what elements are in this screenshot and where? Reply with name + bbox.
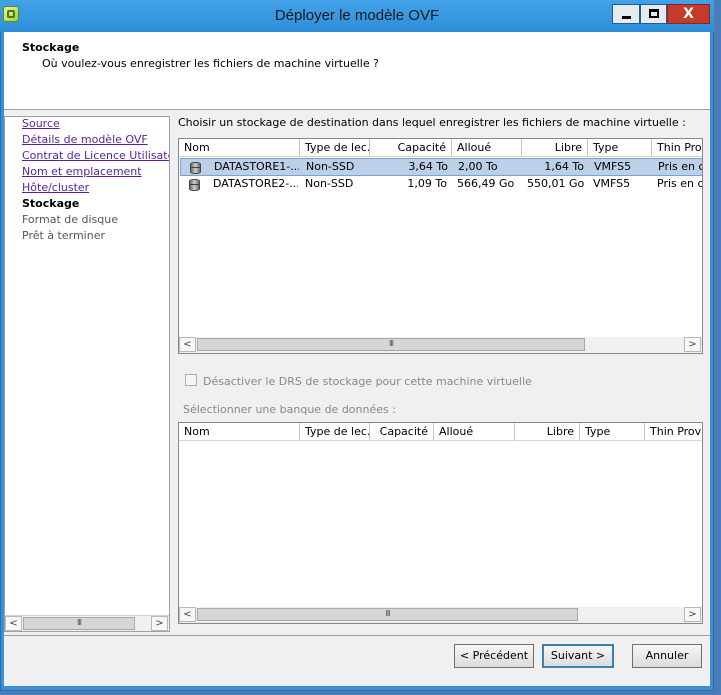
- close-button[interactable]: X: [667, 4, 710, 24]
- column-header-name[interactable]: Nom: [179, 423, 300, 441]
- minimize-icon: [622, 16, 631, 19]
- cell-thin: Pris en ch: [657, 177, 703, 190]
- scroll-thumb[interactable]: III: [23, 617, 135, 630]
- cell-disk-type: Non-SSD: [306, 160, 355, 173]
- nav-step-source[interactable]: Source: [22, 117, 60, 130]
- table-header: Nom Type de lec.. Capacité Alloué Libre …: [179, 139, 702, 157]
- cell-free: 1,64 To: [544, 160, 584, 173]
- scroll-left-button[interactable]: <: [5, 616, 22, 631]
- select-datastore-label: Sélectionner une banque de données :: [183, 403, 396, 416]
- table-horizontal-scrollbar[interactable]: < III >: [179, 607, 702, 623]
- page-subtitle: Où voulez-vous enregistrer les fichiers …: [42, 57, 379, 70]
- column-header-free[interactable]: Libre: [515, 423, 580, 441]
- nav-step-disk-format: Format de disque: [22, 213, 118, 226]
- table-horizontal-scrollbar[interactable]: < III >: [179, 337, 702, 353]
- disable-drs-label: Désactiver le DRS de stockage pour cette…: [203, 375, 532, 388]
- nav-step-ready: Prêt à terminer: [22, 229, 105, 242]
- window-title: Déployer le modèle OVF: [274, 7, 440, 24]
- column-header-thin-provisioning[interactable]: Thin Provi: [645, 423, 702, 441]
- cell-capacity: 1,09 To: [407, 177, 447, 190]
- scroll-thumb[interactable]: III: [197, 338, 585, 351]
- datastore-selection-table: Nom Type de lec.. Capacité Alloué Libre …: [178, 422, 703, 624]
- cell-free: 550,01 Go: [527, 177, 585, 190]
- previous-button[interactable]: < Précédent: [454, 644, 534, 668]
- cell-allocated: 566,49 Go: [457, 177, 515, 190]
- nav-step-license[interactable]: Contrat de Licence Utilisateur F: [22, 149, 169, 162]
- scroll-right-button[interactable]: >: [684, 607, 701, 622]
- scroll-thumb[interactable]: III: [197, 608, 578, 621]
- title-bar[interactable]: Déployer le modèle OVF X: [0, 0, 714, 32]
- nav-step-ovf-details[interactable]: Détails de modèle OVF: [22, 133, 148, 146]
- nav-step-storage: Stockage: [22, 197, 80, 210]
- column-header-type[interactable]: Type: [580, 423, 645, 441]
- scroll-left-button[interactable]: <: [179, 607, 196, 622]
- column-header-capacity[interactable]: Capacité: [370, 423, 434, 441]
- maximize-icon: [649, 9, 659, 18]
- nav-step-host-cluster[interactable]: Hôte/cluster: [22, 181, 89, 194]
- cell-name: DATASTORE1-...: [214, 160, 299, 173]
- cell-disk-type: Non-SSD: [305, 177, 354, 190]
- column-header-allocated[interactable]: Alloué: [434, 423, 515, 441]
- datastore-table: Nom Type de lec.. Capacité Alloué Libre …: [178, 138, 703, 354]
- close-icon: X: [683, 6, 694, 22]
- maximize-button[interactable]: [640, 4, 667, 24]
- table-row[interactable]: DATASTORE1-... Non-SSD 3,64 To 2,00 To 1…: [180, 158, 702, 176]
- disable-drs-checkbox[interactable]: [185, 374, 197, 386]
- scroll-left-button[interactable]: <: [179, 337, 196, 352]
- cell-capacity: 3,64 To: [408, 160, 448, 173]
- column-header-type[interactable]: Type: [588, 139, 652, 157]
- cell-thin: Pris en ch: [658, 160, 702, 173]
- column-header-allocated[interactable]: Alloué: [452, 139, 522, 157]
- footer-divider: [4, 635, 710, 636]
- scroll-right-button[interactable]: >: [684, 337, 701, 352]
- cell-type: VMFS5: [594, 160, 632, 173]
- nav-horizontal-scrollbar[interactable]: < III >: [5, 615, 169, 631]
- datastore-icon: [189, 179, 200, 191]
- scroll-right-button[interactable]: >: [151, 616, 168, 631]
- column-header-disk-type[interactable]: Type de lec..: [300, 139, 370, 157]
- column-header-disk-type[interactable]: Type de lec..: [300, 423, 370, 441]
- column-header-capacity[interactable]: Capacité: [370, 139, 452, 157]
- dialog-client: Stockage Où voulez-vous enregistrer les …: [4, 32, 710, 686]
- wizard-header: Stockage Où voulez-vous enregistrer les …: [4, 32, 710, 110]
- column-header-name[interactable]: Nom: [179, 139, 300, 157]
- column-header-free[interactable]: Libre: [522, 139, 588, 157]
- table-header: Nom Type de lec.. Capacité Alloué Libre …: [179, 423, 702, 441]
- wizard-steps-nav: Source Détails de modèle OVF Contrat de …: [4, 116, 170, 632]
- next-button[interactable]: Suivant >: [542, 644, 614, 668]
- table-row[interactable]: DATASTORE2-... Non-SSD 1,09 To 566,49 Go…: [180, 176, 703, 194]
- cell-type: VMFS5: [593, 177, 631, 190]
- choose-storage-label: Choisir un stockage de destination dans …: [178, 116, 686, 129]
- column-header-thin-provisioning[interactable]: Thin Prov: [652, 139, 702, 157]
- minimize-button[interactable]: [612, 4, 640, 24]
- nav-step-name-location[interactable]: Nom et emplacement: [22, 165, 142, 178]
- datastore-icon: [190, 162, 201, 174]
- page-title: Stockage: [22, 41, 80, 54]
- cell-allocated: 2,00 To: [458, 160, 498, 173]
- cancel-button[interactable]: Annuler: [632, 644, 702, 668]
- cell-name: DATASTORE2-...: [213, 177, 298, 190]
